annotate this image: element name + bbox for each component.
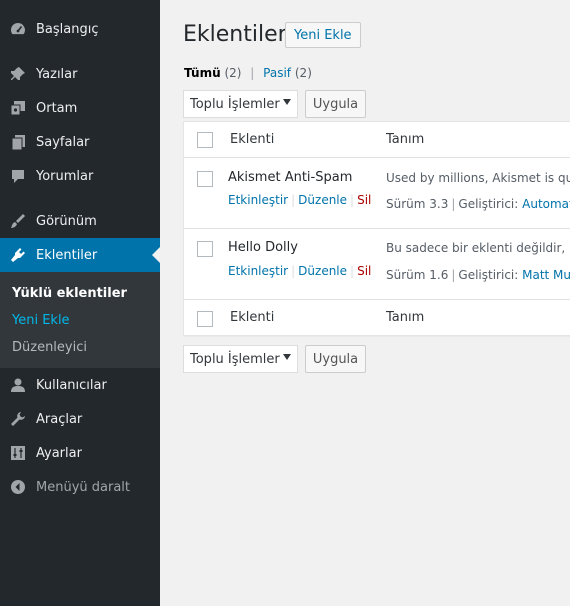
menu-item-label: Araçlar bbox=[36, 411, 83, 427]
menu-item-label: Eklentiler bbox=[36, 247, 98, 263]
activate-link[interactable]: Etkinleştir bbox=[228, 193, 288, 207]
menu-item-label: Sayfalar bbox=[36, 134, 90, 150]
page-title: Eklentiler bbox=[183, 22, 287, 47]
delete-link[interactable]: Sil bbox=[357, 264, 371, 278]
row-actions: Etkinleştir | Düzenle | Sil bbox=[228, 193, 372, 207]
collapse-menu-button[interactable]: Menüyü daralt bbox=[0, 470, 160, 504]
author-link[interactable]: Automatti bbox=[522, 197, 570, 211]
table-header: Eklenti Tanım bbox=[184, 122, 570, 158]
author-prefix: Geliştirici: bbox=[458, 197, 519, 211]
filter-all[interactable]: Tümü bbox=[184, 66, 221, 80]
admin-sidebar: Başlangıç Yazılar Ortam Sayfalar Yorumla… bbox=[0, 0, 160, 606]
menu-item-media[interactable]: Ortam bbox=[0, 91, 160, 125]
edit-link[interactable]: Düzenle bbox=[298, 193, 347, 207]
menu-item-dashboard[interactable]: Başlangıç bbox=[0, 12, 160, 46]
delete-link[interactable]: Sil bbox=[357, 193, 371, 207]
apply-button-bottom[interactable]: Uygula bbox=[305, 345, 366, 373]
filter-inactive[interactable]: Pasif bbox=[263, 66, 291, 80]
plugins-icon bbox=[9, 246, 27, 264]
column-footer-description: Tanım bbox=[386, 310, 425, 325]
menu-item-comments[interactable]: Yorumlar bbox=[0, 159, 160, 193]
author-prefix: Geliştirici: bbox=[458, 268, 519, 282]
tools-icon bbox=[9, 410, 27, 428]
media-icon bbox=[9, 99, 27, 117]
appearance-icon bbox=[9, 212, 27, 230]
settings-icon bbox=[9, 444, 27, 462]
bulk-actions-select-top[interactable]: Toplu İşlemler bbox=[183, 90, 298, 118]
menu-item-tools[interactable]: Araçlar bbox=[0, 402, 160, 436]
plugin-description: Used by millions, Akismet is quit bbox=[386, 171, 570, 185]
add-new-button[interactable]: Yeni Ekle bbox=[285, 22, 361, 48]
column-header-plugin[interactable]: Eklenti bbox=[230, 132, 274, 147]
filter-separator: | bbox=[250, 66, 255, 80]
plugin-description: Bu sadece bir eklenti değildir, Lo bbox=[386, 241, 570, 255]
row-checkbox[interactable] bbox=[197, 171, 213, 187]
plugins-table: Eklenti Tanım Akismet Anti-Spam Etkinleş… bbox=[183, 121, 570, 336]
submenu-editor[interactable]: Düzenleyici bbox=[12, 340, 87, 355]
plugin-version: Sürüm 3.3 bbox=[386, 197, 449, 211]
plugin-meta: Sürüm 3.3|Geliştirici: Automatti bbox=[386, 197, 570, 211]
table-footer: Eklenti Tanım bbox=[184, 300, 570, 336]
menu-item-label: Yazılar bbox=[36, 66, 78, 82]
collapse-icon bbox=[9, 478, 27, 496]
plugin-meta: Sürüm 1.6|Geliştirici: Matt Mulle bbox=[386, 268, 570, 282]
submenu-add-new[interactable]: Yeni Ekle bbox=[12, 313, 70, 328]
menu-item-label: Yorumlar bbox=[36, 168, 94, 184]
plugins-submenu: Yüklü eklentiler Yeni Ekle Düzenleyici bbox=[0, 272, 160, 368]
menu-item-label: Menüyü daralt bbox=[36, 479, 130, 495]
bulk-actions-value: Toplu İşlemler bbox=[190, 96, 280, 112]
table-row: Hello Dolly Etkinleştir | Düzenle | Sil Bu s… bbox=[184, 229, 570, 300]
bulk-actions-select-bottom[interactable]: Toplu İşlemler bbox=[183, 345, 298, 373]
menu-item-label: Başlangıç bbox=[36, 21, 99, 37]
menu-item-label: Ortam bbox=[36, 100, 78, 116]
plugin-status-filters: Tümü (2) | Pasif (2) bbox=[184, 66, 312, 80]
menu-item-label: Ayarlar bbox=[36, 445, 82, 461]
plugin-name: Akismet Anti-Spam bbox=[228, 170, 353, 185]
menu-item-posts[interactable]: Yazılar bbox=[0, 57, 160, 91]
menu-item-appearance[interactable]: Görünüm bbox=[0, 204, 160, 238]
filter-all-count: (2) bbox=[224, 66, 242, 80]
dashboard-icon bbox=[9, 20, 27, 38]
column-footer-plugin[interactable]: Eklenti bbox=[230, 310, 274, 325]
filter-inactive-count: (2) bbox=[294, 66, 312, 80]
pin-icon bbox=[9, 65, 27, 83]
table-row: Akismet Anti-Spam Etkinleştir | Düzenle | Si… bbox=[184, 158, 570, 229]
menu-item-pages[interactable]: Sayfalar bbox=[0, 125, 160, 159]
menu-item-plugins[interactable]: Eklentiler bbox=[0, 238, 160, 272]
row-actions: Etkinleştir | Düzenle | Sil bbox=[228, 264, 372, 278]
edit-link[interactable]: Düzenle bbox=[298, 264, 347, 278]
pages-icon bbox=[9, 133, 27, 151]
chevron-down-icon bbox=[283, 99, 291, 105]
menu-item-users[interactable]: Kullanıcılar bbox=[0, 368, 160, 402]
apply-button-top[interactable]: Uygula bbox=[305, 90, 366, 118]
row-checkbox[interactable] bbox=[197, 241, 213, 257]
comments-icon bbox=[9, 167, 27, 185]
menu-item-label: Kullanıcılar bbox=[36, 377, 107, 393]
select-all-checkbox[interactable] bbox=[197, 132, 213, 148]
plugin-name: Hello Dolly bbox=[228, 240, 298, 255]
menu-item-settings[interactable]: Ayarlar bbox=[0, 436, 160, 470]
menu-item-label: Görünüm bbox=[36, 213, 97, 229]
plugin-version: Sürüm 1.6 bbox=[386, 268, 449, 282]
activate-link[interactable]: Etkinleştir bbox=[228, 264, 288, 278]
bulk-actions-value: Toplu İşlemler bbox=[190, 351, 280, 367]
author-link[interactable]: Matt Mulle bbox=[522, 268, 570, 282]
column-header-description: Tanım bbox=[386, 132, 425, 147]
chevron-down-icon bbox=[283, 354, 291, 360]
select-all-checkbox-bottom[interactable] bbox=[197, 311, 213, 327]
users-icon bbox=[9, 376, 27, 394]
submenu-installed-plugins[interactable]: Yüklü eklentiler bbox=[12, 286, 127, 301]
